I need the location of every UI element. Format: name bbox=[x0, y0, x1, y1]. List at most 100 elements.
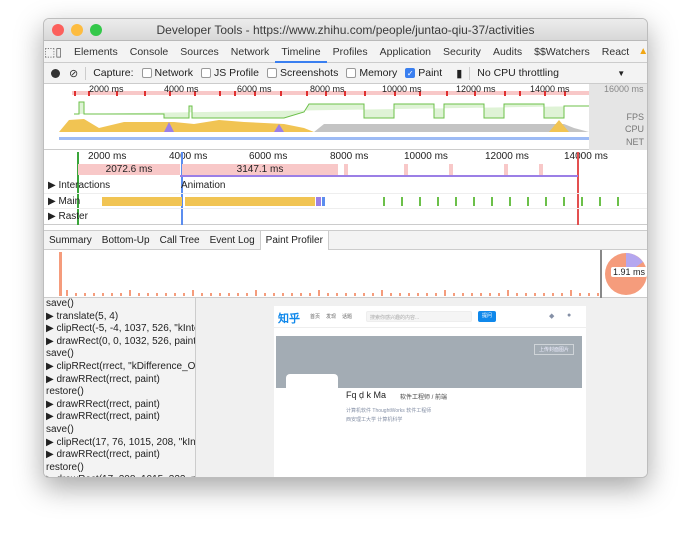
paint-command-bar bbox=[453, 293, 455, 296]
paint-command-text: drawRRect(rrect, paint) bbox=[56, 373, 160, 385]
cpu-throttling-select[interactable]: No CPU throttling bbox=[477, 67, 617, 79]
paint-command-row[interactable]: ▶ translate(5, 4) bbox=[44, 311, 195, 324]
paint-command-row[interactable]: save() bbox=[44, 424, 195, 437]
tab-event-log[interactable]: Event Log bbox=[205, 231, 260, 250]
network-checkbox[interactable] bbox=[141, 68, 152, 78]
preview-school-line: 西安理工大学 计算机科学 bbox=[346, 417, 403, 423]
tab-audits[interactable]: Audits bbox=[487, 41, 528, 63]
screenshots-checkbox[interactable] bbox=[266, 68, 277, 78]
tab-call-tree[interactable]: Call Tree bbox=[155, 231, 205, 250]
paint-command-row[interactable]: restore() bbox=[44, 386, 195, 399]
expand-arrow-icon[interactable]: ▶ bbox=[46, 411, 56, 422]
duration-bar-2[interactable]: 3147.1 ms bbox=[182, 164, 338, 175]
preview-search-placeholder: 搜索你感兴趣的内容... bbox=[370, 315, 420, 321]
paint-command-row[interactable]: ▶ drawRRect(rrect, paint) bbox=[44, 411, 195, 424]
tab-watchers[interactable]: $$Watchers bbox=[528, 41, 596, 63]
expand-arrow-icon[interactable]: ▶ bbox=[46, 361, 56, 372]
paint-checkbox[interactable]: ✓ bbox=[405, 68, 416, 78]
tab-react[interactable]: React bbox=[596, 41, 635, 63]
paint-command-row[interactable]: ▶ drawRect(17, 208, 1015, 322, paint) bbox=[44, 474, 195, 477]
js-profile-checkbox[interactable] bbox=[201, 68, 212, 78]
paint-command-text: restore() bbox=[46, 386, 84, 398]
fps-graph bbox=[74, 101, 589, 119]
overview-tick-6000: 6000 ms bbox=[237, 84, 272, 94]
tab-summary[interactable]: Summary bbox=[44, 231, 97, 250]
paint-command-list[interactable]: save() ▶ translate(5, 4) ▶ clipRect(-5, -4… bbox=[44, 298, 196, 477]
paint-command-bar bbox=[120, 293, 122, 296]
paint-command-row[interactable]: ▶ drawRect(0, 0, 1032, 526, paint) bbox=[44, 336, 195, 349]
paint-command-row[interactable]: ▶ drawRRect(rrect, paint) bbox=[44, 399, 195, 412]
detail-ruler: 2000 ms 4000 ms 6000 ms 8000 ms 10000 ms… bbox=[44, 150, 644, 164]
tab-bottom-up[interactable]: Bottom-Up bbox=[97, 231, 155, 250]
tab-application[interactable]: Application bbox=[374, 41, 437, 63]
paint-command-bar bbox=[147, 293, 149, 296]
track-interactions[interactable]: ▶ Interactions Animation bbox=[44, 178, 647, 193]
expand-arrow-icon[interactable]: ▶ bbox=[46, 449, 56, 460]
flame-chart[interactable]: 2000 ms 4000 ms 6000 ms 8000 ms 10000 ms… bbox=[44, 150, 647, 225]
paint-command-text: save() bbox=[46, 348, 74, 360]
expand-arrow-icon[interactable]: ▶ bbox=[46, 474, 56, 477]
warning-counter[interactable]: ▲1 bbox=[635, 46, 647, 57]
detail-tick-12000: 12000 ms bbox=[485, 151, 529, 162]
paint-command-bar bbox=[201, 293, 203, 296]
paint-command-row[interactable]: ▶ drawRRect(rrect, paint) bbox=[44, 449, 195, 462]
tab-security[interactable]: Security bbox=[437, 41, 487, 63]
paint-command-bar bbox=[498, 293, 500, 296]
window-title: Developer Tools - https://www.zhihu.com/… bbox=[156, 23, 535, 37]
expand-arrow-icon[interactable]: ▶ bbox=[46, 323, 56, 334]
paint-command-row[interactable]: save() bbox=[44, 348, 195, 361]
preview-nav-home: 首页 bbox=[310, 314, 321, 320]
paint-command-bar bbox=[543, 293, 545, 296]
track-raster[interactable]: ▶ Raster bbox=[44, 208, 647, 223]
paint-command-timeline[interactable]: 1.91 ms bbox=[44, 250, 647, 298]
expand-arrow-icon[interactable]: ▶ bbox=[46, 399, 56, 410]
paint-command-row[interactable]: ▶ clipRect(-5, -4, 1037, 526, "kInterse bbox=[44, 323, 195, 336]
memory-checkbox[interactable] bbox=[346, 68, 357, 78]
tab-timeline[interactable]: Timeline bbox=[275, 41, 327, 63]
preview-profile-name: Fq ḍ k Ma bbox=[346, 390, 387, 400]
paint-command-bar bbox=[228, 293, 230, 296]
overview-frame-tick bbox=[306, 91, 308, 96]
paint-command-bar bbox=[300, 293, 302, 296]
preview-search: 搜索你感兴趣的内容... bbox=[366, 311, 472, 322]
fps-label: FPS bbox=[626, 112, 644, 122]
track-main[interactable]: ▶ Main bbox=[44, 193, 647, 208]
paint-command-row[interactable]: ▶ clipRect(17, 76, 1015, 208, "kInterse bbox=[44, 437, 195, 450]
tab-elements[interactable]: Elements bbox=[68, 41, 124, 63]
paint-command-row[interactable]: ▶ clipRRect(rrect, "kDifference_Op", tr bbox=[44, 361, 195, 374]
paint-command-bar bbox=[156, 293, 158, 296]
trash-icon[interactable]: ▮ bbox=[456, 67, 462, 80]
main-thread-paints bbox=[374, 197, 624, 206]
tab-paint-profiler[interactable]: Paint Profiler bbox=[259, 230, 329, 250]
tab-profiles[interactable]: Profiles bbox=[327, 41, 374, 63]
paint-command-bar bbox=[354, 293, 356, 296]
paint-command-row[interactable]: save() bbox=[44, 298, 195, 311]
paint-command-row[interactable]: restore() bbox=[44, 462, 195, 475]
paint-command-text: drawRRect(rrect, paint) bbox=[56, 398, 160, 410]
preview-nav-discover: 发现 bbox=[326, 314, 337, 320]
overview-frame-tick bbox=[519, 91, 521, 96]
paint-command-bar bbox=[327, 293, 329, 296]
chevron-down-icon[interactable]: ▼ bbox=[617, 69, 625, 78]
inspect-icon[interactable]: ⬚ bbox=[44, 41, 55, 63]
expand-arrow-icon[interactable]: ▶ bbox=[46, 437, 56, 448]
duration-bar-1[interactable]: 2072.6 ms bbox=[78, 164, 180, 175]
paint-command-row[interactable]: ▶ drawRRect(rrect, paint) bbox=[44, 374, 195, 387]
tab-network[interactable]: Network bbox=[225, 41, 276, 63]
toolbar-divider bbox=[85, 66, 87, 80]
paint-command-bar bbox=[489, 293, 491, 296]
paint-command-text: translate(5, 4) bbox=[56, 310, 119, 322]
expand-arrow-icon[interactable]: ▶ bbox=[46, 374, 56, 385]
preview-page: 知乎 首页 发现 话题 搜索你感兴趣的内容... 提问 ◆ ● 上传封面图片 F… bbox=[274, 306, 586, 477]
animation-label: Animation bbox=[181, 180, 226, 191]
expand-arrow-icon[interactable]: ▶ bbox=[46, 336, 56, 347]
device-icon[interactable]: ▯ bbox=[55, 41, 62, 63]
tab-console[interactable]: Console bbox=[124, 41, 175, 63]
expand-arrow-icon[interactable]: ▶ bbox=[46, 311, 56, 322]
clear-icon[interactable]: ⊘ bbox=[69, 67, 78, 80]
tab-sources[interactable]: Sources bbox=[174, 41, 225, 63]
paint-command-bar bbox=[246, 293, 248, 296]
record-icon[interactable] bbox=[51, 68, 60, 78]
timeline-overview[interactable]: FPS CPU NET 2000 ms 4000 ms 6000 ms 8000… bbox=[44, 84, 647, 150]
paint-command-bar bbox=[570, 290, 572, 296]
